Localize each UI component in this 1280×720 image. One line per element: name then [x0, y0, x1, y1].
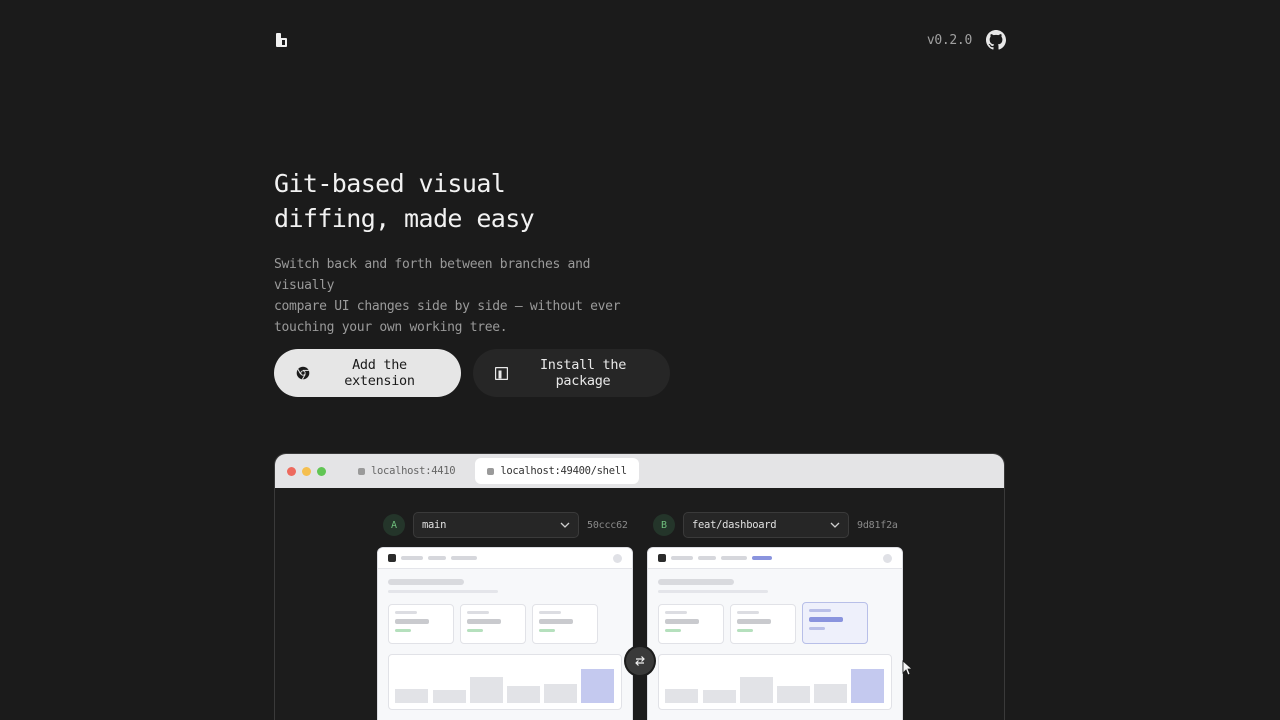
- hero-description: Switch back and forth between branches a…: [274, 254, 654, 338]
- preview-navbar: [648, 548, 902, 569]
- branch-selector-b: B feat/dashboard 9d81f2a: [653, 512, 898, 538]
- chrome-icon: [296, 366, 310, 380]
- npm-icon: [495, 366, 508, 380]
- browser-viewport: A main 50ccc62 B feat/dashboard 9d81f2a: [275, 488, 1004, 720]
- swap-icon[interactable]: [626, 647, 654, 675]
- preview-avatar: [883, 553, 892, 563]
- preview-card: [658, 604, 724, 644]
- commit-sha: 50ccc62: [587, 519, 628, 531]
- preview-nav-item: [428, 556, 446, 560]
- branch-select-b[interactable]: feat/dashboard: [683, 512, 849, 538]
- preview-chart-col: [814, 684, 847, 703]
- browser-tab-bar: localhost:4410 localhost:49400/shell: [275, 454, 1004, 488]
- preview-logo: [388, 554, 396, 562]
- preview-navbar: [378, 548, 632, 569]
- logo-icon[interactable]: [274, 30, 294, 50]
- preview-chart-col: [665, 689, 698, 703]
- version-label: v0.2.0: [926, 32, 972, 48]
- preview-chart-col: [544, 684, 577, 703]
- preview-nav-item: [671, 556, 693, 560]
- preview-chart-col: [851, 669, 884, 703]
- add-extension-button[interactable]: Add the extension: [274, 349, 461, 397]
- preview-chart: [388, 654, 622, 710]
- preview-chart: [658, 654, 892, 710]
- install-package-button[interactable]: Install the package: [473, 349, 670, 397]
- preview-card: [388, 604, 454, 644]
- add-extension-label: Add the extension: [344, 357, 415, 389]
- preview-card: [460, 604, 526, 644]
- branch-badge-b: B: [653, 514, 675, 536]
- preview-pane-b[interactable]: [647, 547, 903, 720]
- preview-nav-item-new: [752, 556, 772, 560]
- hero-description-line: compare UI changes side by side — withou…: [274, 299, 621, 314]
- site-header: v0.2.0: [274, 28, 1006, 52]
- browser-tab[interactable]: localhost:4410: [346, 458, 467, 484]
- branch-select-a[interactable]: main: [413, 512, 579, 538]
- hero-title-line: diffing, made easy: [274, 204, 535, 233]
- browser-tab-active[interactable]: localhost:49400/shell: [475, 458, 639, 484]
- preview-chart-col: [433, 690, 466, 703]
- preview-nav-item: [721, 556, 747, 560]
- preview-chart-col: [507, 686, 540, 703]
- preview-nav-item: [401, 556, 423, 560]
- preview-pane-a[interactable]: [377, 547, 633, 720]
- favicon-icon: [358, 467, 365, 475]
- preview-chart-col: [395, 689, 428, 703]
- maximize-dot[interactable]: [317, 466, 326, 476]
- preview-cards: [658, 602, 892, 644]
- preview-subheading: [658, 590, 768, 593]
- hero-description-line: Switch back and forth between branches a…: [274, 257, 591, 293]
- preview-body: [648, 569, 902, 720]
- preview-nav-item: [451, 556, 477, 560]
- preview-chart-col: [581, 669, 614, 703]
- minimize-dot[interactable]: [302, 466, 311, 476]
- preview-heading: [658, 579, 734, 585]
- preview-body: [378, 569, 632, 720]
- preview-card-highlighted: [802, 602, 868, 644]
- browser-tab-label: localhost:49400/shell: [500, 465, 627, 477]
- window-controls: [287, 466, 326, 476]
- preview-chart-col: [703, 690, 736, 703]
- preview-cards: [388, 604, 622, 644]
- hero-title: Git-based visual diffing, made easy: [274, 166, 694, 236]
- install-package-label: Install the package: [539, 357, 627, 389]
- preview-card: [730, 604, 796, 644]
- preview-chart-col: [740, 677, 773, 703]
- preview-avatar: [613, 553, 622, 563]
- header-right: v0.2.0: [927, 30, 1006, 50]
- preview-nav-item: [698, 556, 716, 560]
- preview-chart-col: [777, 686, 810, 703]
- branch-selector-a: A main 50ccc62: [383, 512, 628, 538]
- favicon-icon: [487, 467, 495, 475]
- browser-tab-label: localhost:4410: [371, 465, 456, 477]
- hero-title-line: Git-based visual: [274, 169, 506, 198]
- browser-mockup: localhost:4410 localhost:49400/shell A m…: [274, 453, 1005, 720]
- branch-name: main: [422, 519, 447, 531]
- chevron-down-icon: [560, 522, 570, 528]
- branch-badge-a: A: [383, 514, 405, 536]
- close-dot[interactable]: [287, 466, 296, 476]
- preview-subheading: [388, 590, 498, 593]
- preview-chart-col: [470, 677, 503, 703]
- preview-card: [532, 604, 598, 644]
- preview-heading: [388, 579, 464, 585]
- hero-description-line: touching your own working tree.: [274, 320, 508, 335]
- preview-logo: [658, 554, 666, 562]
- commit-sha: 9d81f2a: [857, 519, 898, 531]
- chevron-down-icon: [830, 522, 840, 528]
- cursor-icon: [902, 660, 914, 676]
- branch-name: feat/dashboard: [692, 519, 777, 531]
- github-icon[interactable]: [986, 30, 1006, 50]
